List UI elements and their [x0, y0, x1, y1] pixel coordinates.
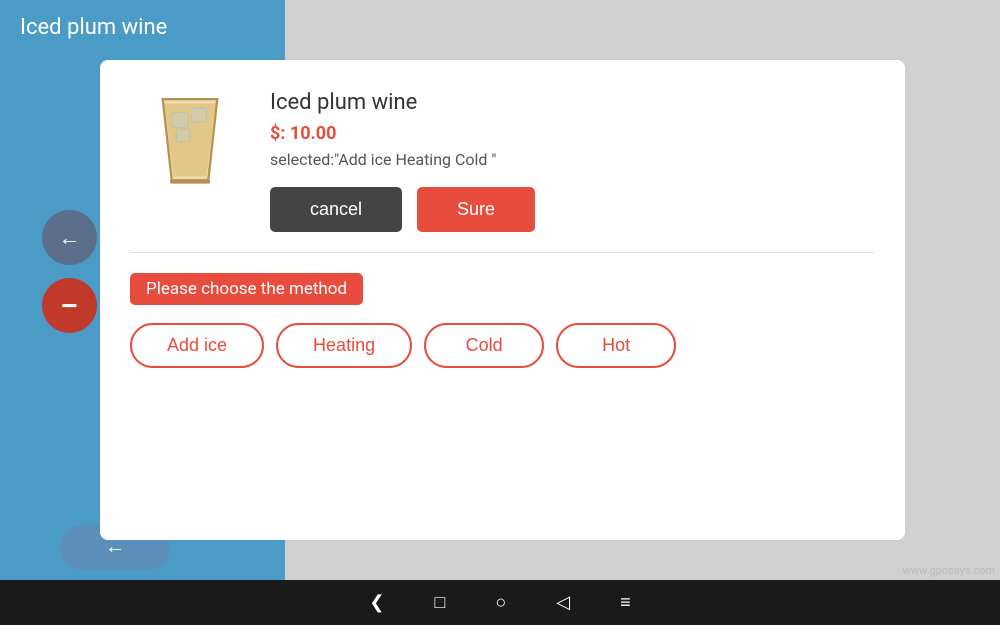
product-selected: selected:"Add ice Heating Cold ": [270, 150, 875, 169]
method-options: Add ice Heating Cold Hot: [130, 323, 875, 368]
product-price: $: 10.00: [270, 123, 875, 144]
back-button[interactable]: ←: [42, 210, 97, 265]
method-option-hot[interactable]: Hot: [556, 323, 676, 368]
nav-triangle-icon[interactable]: ◁: [556, 592, 570, 613]
minus-icon: −: [61, 290, 77, 322]
method-prompt: Please choose the method: [130, 273, 363, 305]
price-label: $:: [270, 123, 285, 144]
minus-button[interactable]: −: [42, 278, 97, 333]
action-buttons: cancel Sure: [270, 187, 875, 232]
nav-back-icon[interactable]: ❮: [369, 592, 384, 613]
nav-bar-center: ❮ □ ○ ◁ ≡: [369, 592, 630, 613]
cancel-button[interactable]: cancel: [270, 187, 402, 232]
nav-circle-icon[interactable]: ○: [495, 592, 506, 613]
product-name: Iced plum wine: [270, 90, 875, 115]
nav-menu-icon[interactable]: ≡: [620, 592, 631, 613]
title-bar: Iced plum wine: [0, 0, 285, 55]
app-title: Iced plum wine: [20, 15, 167, 40]
back-arrow-icon: ←: [59, 225, 81, 251]
android-nav-bar: ❮ □ ○ ◁ ≡: [0, 580, 1000, 625]
watermark: www.gpossys.com: [903, 564, 995, 577]
method-option-heating[interactable]: Heating: [276, 323, 412, 368]
method-option-add-ice[interactable]: Add ice: [130, 323, 264, 368]
method-option-cold[interactable]: Cold: [424, 323, 544, 368]
product-section: Iced plum wine $: 10.00 selected:"Add ic…: [130, 85, 875, 253]
method-section: Please choose the method Add ice Heating…: [130, 273, 875, 368]
sure-button[interactable]: Sure: [417, 187, 535, 232]
main-card: Iced plum wine $: 10.00 selected:"Add ic…: [100, 60, 905, 540]
price-value: 10.00: [290, 123, 337, 144]
nav-home-icon[interactable]: □: [434, 592, 445, 613]
product-info: Iced plum wine $: 10.00 selected:"Add ic…: [270, 85, 875, 232]
product-image: [130, 85, 250, 195]
